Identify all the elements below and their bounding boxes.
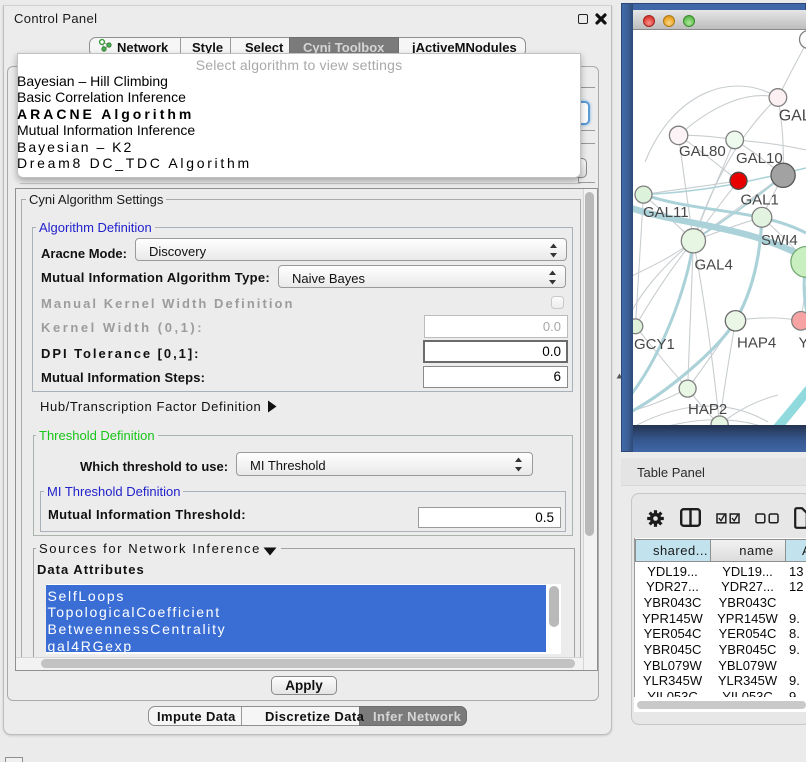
svg-text:GAL10: GAL10 <box>736 150 783 167</box>
svg-text:Y: Y <box>799 335 806 352</box>
svg-text:GAL1: GAL1 <box>741 192 779 209</box>
svg-text:HAP4: HAP4 <box>737 335 776 352</box>
svg-text:GAL80: GAL80 <box>679 143 726 160</box>
svg-text:GCY1: GCY1 <box>634 336 675 353</box>
svg-text:GAL: GAL <box>779 108 806 125</box>
svg-text:SWI4: SWI4 <box>761 232 798 249</box>
svg-text:HAP2: HAP2 <box>688 401 727 418</box>
svg-text:GAL11: GAL11 <box>643 204 689 221</box>
svg-text:GAL4: GAL4 <box>695 257 733 274</box>
